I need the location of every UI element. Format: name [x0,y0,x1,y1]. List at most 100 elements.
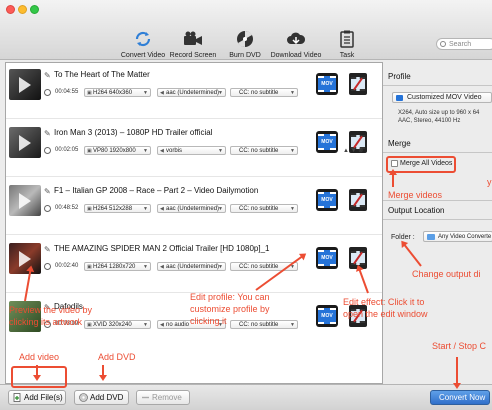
video-duration: 00:04:55 [55,89,79,95]
annotation-line: customize profile by [190,304,270,314]
clock-icon [44,147,51,154]
video-title[interactable]: THE AMAZING SPIDER MAN 2 Official Traile… [54,244,269,253]
search-placeholder: Search [449,41,472,48]
remove-label: Remove [152,393,182,402]
mov-badge-label: MOV [321,81,333,87]
search-icon [440,41,446,47]
video-codec-value: VP80 1920x800 [93,148,136,154]
chevron-down-icon: ▼ [143,322,148,328]
bottom-bar: Add File(s) Add DVD Remove Convert Now [0,384,492,410]
profile-select[interactable]: Customized MOV Video [392,92,492,103]
mov-profile-icon [396,95,403,101]
subtitle-value: CC: no subtitle [239,264,279,270]
clock-icon [44,263,51,270]
add-files-button[interactable]: Add File(s) [8,390,66,405]
add-dvd-button[interactable]: Add DVD [74,390,129,405]
add-dvd-label: Add DVD [90,393,124,402]
remove-icon [142,396,149,399]
profile-desc-line: X264, Auto size up to 960 x 64 [398,110,480,116]
arrow-start-stop [456,357,458,387]
annotation-edge: y [487,177,492,187]
mov-badge-label: MOV [321,139,333,145]
video-codec-select[interactable]: ▣ VP80 1920x800 ▼ [84,146,151,155]
annotation-line: Edit effect: Click it to [343,297,425,307]
edit-effect-button[interactable] [349,189,367,211]
video-codec-select[interactable]: ▣ H264 1280x720 ▼ [84,262,151,271]
subtitle-value: CC: no subtitle [239,148,279,154]
profile-mov-button[interactable]: MOV [316,189,338,211]
clock-icon [44,205,51,212]
dvd-icon [79,393,88,402]
divider [383,219,492,220]
film-icon: ▣ [87,90,92,96]
pencil-icon[interactable]: ✎ [44,129,51,138]
subtitle-select[interactable]: CC: no subtitle ▼ [230,88,298,97]
speaker-icon: ◀ [160,206,164,212]
video-title[interactable]: F1 – Italian GP 2008 – Race – Part 2 – V… [54,186,258,195]
annotation-line: Preview the video by [9,305,93,315]
subtitle-select[interactable]: CC: no subtitle ▼ [230,146,298,155]
pencil-icon[interactable]: ✎ [44,71,51,80]
output-folder-value: Any Video Converte [438,234,492,240]
pencil-icon[interactable]: ✎ [44,245,51,254]
annotation-edit-profile: Edit profile: You can customize profile … [190,291,270,327]
minimize-window-button[interactable] [18,5,27,14]
video-codec-value: XVID 320x240 [93,322,132,328]
audio-track-value: aac (Undetermined) [166,264,220,270]
video-thumbnail[interactable] [9,69,41,100]
chevron-down-icon: ▼ [218,206,223,212]
edit-effect-button[interactable] [349,73,367,95]
video-thumbnail[interactable] [9,185,41,216]
profile-description: X264, Auto size up to 960 x 64 AAC, Ster… [398,109,479,125]
profile-mov-button[interactable]: MOV [316,305,338,327]
mov-badge-label: MOV [321,255,333,261]
video-duration: 00:48:52 [55,205,79,211]
audio-track-select[interactable]: ◀ aac (Undetermined) ▼ [157,262,226,271]
camera-icon [182,30,204,48]
arrow-add-video [36,365,38,379]
add-files-label: Add File(s) [24,393,63,402]
video-title[interactable]: To The Heart of The Matter [54,70,150,79]
annotation-start-stop: Start / Stop C [432,341,487,351]
add-file-icon [13,393,21,402]
search-input[interactable]: Search [436,38,492,50]
remove-button[interactable]: Remove [136,390,190,405]
chevron-down-icon: ▼ [143,206,148,212]
settings-panel: Profile Customized MOV Video X264, Auto … [383,62,492,384]
disc-icon [234,30,256,48]
video-row: ✎ To The Heart of The Matter 00:04:55 ▣ H… [6,63,382,119]
convert-now-button[interactable]: Convert Now [430,390,490,405]
video-thumbnail[interactable] [9,243,41,274]
video-codec-value: H264 640x360 [93,90,133,96]
audio-track-select[interactable]: ◀ aac (Undetermined) ▼ [157,204,226,213]
subtitle-value: CC: no subtitle [239,90,279,96]
annotation-add-video: Add video [19,352,60,362]
clock-icon [44,89,51,96]
profile-mov-button[interactable]: MOV [316,131,338,153]
merge-heading: Merge [388,139,411,148]
video-codec-select[interactable]: ▣ H264 640x360 ▼ [84,88,151,97]
chevron-down-icon: ▼ [143,148,148,154]
close-window-button[interactable] [6,5,15,14]
video-codec-select[interactable]: ▣ H264 512x288 ▼ [84,204,151,213]
output-folder-select[interactable]: Any Video Converte [423,231,492,242]
annotation-line: open the edit window [343,309,428,319]
output-location-heading: Output Location [388,206,445,215]
reorder-controls[interactable]: ▲ ▼ ⊗ [343,147,363,154]
video-title[interactable]: Iron Man 3 (2013) – 1080P HD Trailer off… [54,128,212,137]
chevron-down-icon: ▼ [290,148,295,154]
subtitle-select[interactable]: CC: no subtitle ▼ [230,204,298,213]
profile-desc-line: AAC, Stereo, 44100 Hz [398,118,461,124]
zoom-window-button[interactable] [30,5,39,14]
video-duration: 00:02:05 [55,147,79,153]
audio-track-select[interactable]: ◀ vorbis ▼ [157,146,226,155]
profile-mov-button[interactable]: MOV [316,247,338,269]
task-tab[interactable]: Task [312,30,382,59]
audio-track-select[interactable]: ◀ aac (Undetermined) ▼ [157,88,226,97]
pencil-icon[interactable]: ✎ [44,187,51,196]
video-list: ✎ To The Heart of The Matter 00:04:55 ▣ H… [5,62,383,384]
profile-mov-button[interactable]: MOV [316,73,338,95]
video-thumbnail[interactable] [9,127,41,158]
video-codec-select[interactable]: ▣ XVID 320x240 ▼ [84,320,151,329]
